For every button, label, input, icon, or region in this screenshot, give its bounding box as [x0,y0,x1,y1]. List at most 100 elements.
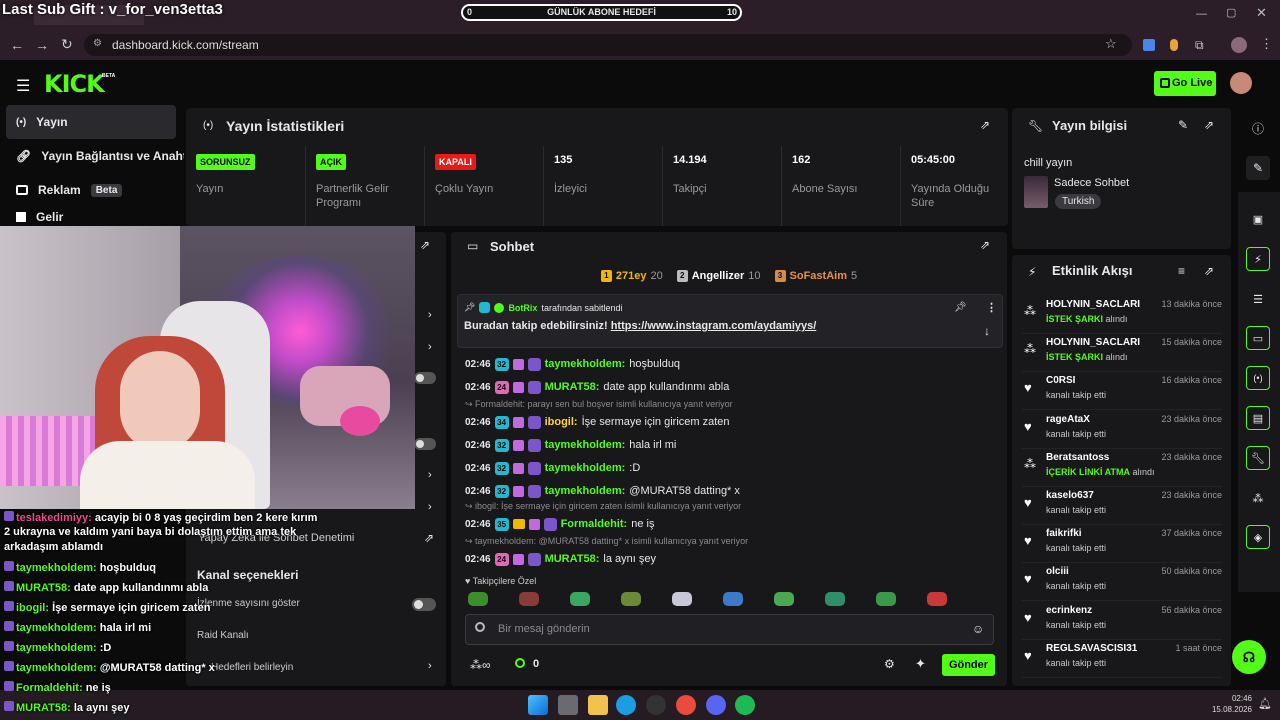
profile-avatar[interactable] [1231,37,1247,53]
activity-username[interactable]: rageAtaX [1046,414,1090,425]
set-goals-item[interactable]: Hedefleri belirleyin [211,662,293,673]
emote-icon[interactable] [825,592,845,606]
windows-start-icon[interactable] [528,695,548,715]
hamburger-menu-icon[interactable]: ☰ [16,76,30,96]
settings-gear-icon[interactable]: ⚙ [884,657,895,671]
list-icon[interactable]: ☰ [1246,287,1270,311]
emote-icon[interactable] [621,592,641,606]
send-button[interactable]: Gönder [942,654,995,676]
expand-down-icon[interactable]: ↓ [984,324,990,338]
browser-menu-icon[interactable]: ⋮ [1260,36,1273,52]
toggle-switch[interactable] [414,438,436,450]
activity-username[interactable]: HOLYNIN_SACLARI [1046,337,1140,348]
chat-username[interactable]: Formaldehit: [561,518,628,530]
pinned-link[interactable]: https://www.instagram.com/aydamiyys/ [611,320,817,332]
lightning-icon[interactable]: ⚡︎ [1246,247,1270,271]
emote-icon[interactable] [468,592,488,606]
emote-icon[interactable] [519,592,539,606]
back-icon[interactable]: ← [10,37,24,53]
site-info-icon[interactable]: ⚙ [93,38,102,49]
popout-icon[interactable]: ⇗ [980,118,990,132]
activity-username[interactable]: C0RSI [1046,375,1075,386]
chat-username[interactable]: ibogil: [545,416,578,428]
chat-username[interactable]: MURAT58: [545,553,600,565]
activity-username[interactable]: kaselo637 [1046,490,1094,501]
chat-username[interactable]: taymekholdem: [545,485,626,497]
emoji-icon[interactable]: ☺ [972,622,984,636]
maximize-icon[interactable]: ▢ [1226,6,1236,19]
external-link-icon[interactable]: ⇗ [424,531,434,545]
chevron-right-icon[interactable]: › [428,501,432,513]
toggle-switch[interactable] [414,372,436,384]
more-options-icon[interactable]: ⋮ [986,301,997,314]
info-circle-icon[interactable]: ⓘ [1246,116,1270,140]
layout-icon[interactable]: ▤ [1246,406,1270,430]
popout-icon[interactable]: ⇗ [1204,118,1214,132]
chat-username[interactable]: taymekholdem: [545,358,626,370]
extension-icon[interactable] [1170,39,1178,51]
edge-icon[interactable] [616,695,636,715]
shield-icon[interactable]: ◈ [1246,525,1270,549]
user-avatar[interactable] [1230,72,1252,94]
notification-icon[interactable]: 🔔︎ [1258,697,1272,710]
popout-icon[interactable]: ⇗ [420,238,430,252]
chat-username[interactable]: taymekholdem: [545,439,626,451]
forward-icon[interactable]: → [35,37,49,53]
show-viewers-toggle[interactable] [412,598,436,611]
discord-icon[interactable] [706,695,726,715]
chevron-right-icon[interactable]: › [428,341,432,353]
broadcast-icon[interactable]: (•) [1246,366,1270,390]
popout-icon[interactable]: ⇗ [980,238,990,252]
kick-logo[interactable]: KICK [44,70,105,98]
activity-username[interactable]: faikrifki [1046,528,1082,539]
chevron-right-icon[interactable]: › [428,660,432,672]
sidebar-item-stream-key[interactable]: 🔗︎ Yayın Bağlantısı ve Anahtar [6,139,184,173]
chrome-icon[interactable] [676,695,696,715]
activity-username[interactable]: olciii [1046,566,1069,577]
popout-icon[interactable]: ⇗ [1204,264,1214,278]
leader-entry[interactable]: 2 Angellizer 10 [676,270,761,282]
file-explorer-icon[interactable] [588,695,608,715]
close-window-icon[interactable]: ✕ [1256,5,1267,21]
sidebar-item-revenue[interactable]: Gelir [6,207,176,227]
wrench-icon[interactable]: 🔧︎ [1246,446,1270,470]
raid-channel-item[interactable]: Raid Kanalı [197,630,249,641]
chevron-right-icon[interactable]: › [428,309,432,321]
emote-icon[interactable] [570,592,590,606]
emote-icon[interactable] [672,592,692,606]
leader-entry[interactable]: 3 SoFastAim 5 [774,270,857,282]
chat-username[interactable]: taymekholdem: [545,462,626,474]
leader-entry[interactable]: 1 271ey 20 [600,270,663,282]
activity-username[interactable]: ecrinkenz [1046,605,1092,616]
video-icon[interactable]: ▣ [1246,207,1270,231]
emote-icon[interactable] [723,592,743,606]
category-name[interactable]: Sadece Sohbet [1054,177,1129,189]
chat-icon[interactable]: ▭ [1246,326,1270,350]
edit-pencil-icon[interactable]: ✎ [1178,118,1188,132]
support-headset-icon[interactable]: ☊ [1232,640,1266,674]
url-bar[interactable]: dashboard.kick.com/stream [84,34,1132,56]
chat-identity-icon[interactable] [475,622,485,632]
category-thumbnail[interactable] [1024,176,1048,208]
unpin-icon[interactable]: 📌︎ [954,302,967,313]
edit-pencil-icon[interactable]: ✎ [1246,156,1270,180]
reload-icon[interactable]: ↻ [61,36,73,53]
chevron-right-icon[interactable]: › [428,469,432,481]
infinity-points-icon[interactable]: ⁂∞ [470,658,491,672]
emote-icon[interactable] [774,592,794,606]
bookmark-star-icon[interactable]: ☆ [1105,36,1117,52]
activity-username[interactable]: Beratsantoss [1046,452,1109,463]
extensions-puzzle-icon[interactable]: ⧉ [1195,38,1204,53]
activity-username[interactable]: REGLSAVASCISI31 [1046,643,1137,654]
pinned-by-user[interactable]: BotRix [508,303,537,313]
emote-icon[interactable] [927,592,947,606]
spotify-icon[interactable] [735,695,755,715]
activity-username[interactable]: HOLYNIN_SACLARI [1046,299,1140,310]
mod-shield-icon[interactable]: ✦ [915,656,926,672]
users-icon[interactable]: ⁂ [1246,486,1270,510]
translate-extension-icon[interactable] [1143,39,1155,51]
emote-icon[interactable] [876,592,896,606]
sidebar-item-ads[interactable]: Reklam Beta [6,173,176,207]
chat-username[interactable]: MURAT58: [545,381,600,393]
filter-icon[interactable]: ≡ [1178,264,1185,278]
